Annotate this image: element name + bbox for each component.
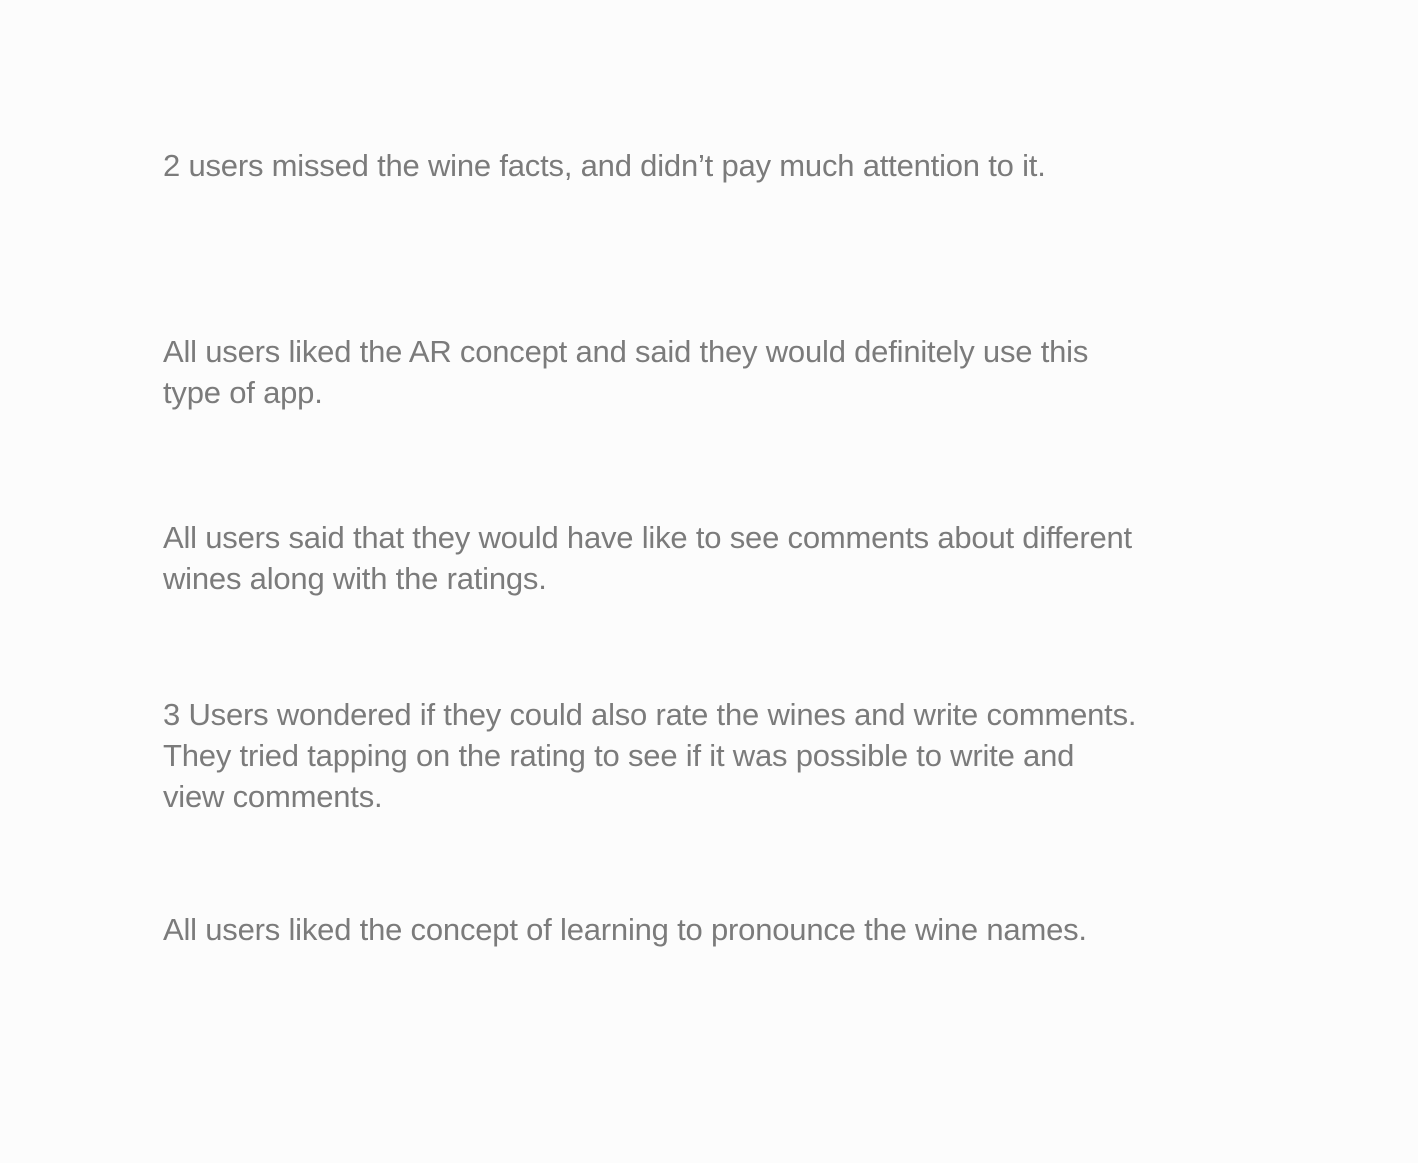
finding-comments-request: All users said that they would have like… [163,520,1132,596]
finding-ar-concept: All users liked the AR concept and said … [163,334,1089,410]
finding-pronunciation: All users liked the concept of learning … [163,912,1087,947]
finding-rating-interaction: 3 Users wondered if they could also rate… [163,697,1137,814]
finding-wine-facts: 2 users missed the wine facts, and didn’… [163,148,1046,183]
